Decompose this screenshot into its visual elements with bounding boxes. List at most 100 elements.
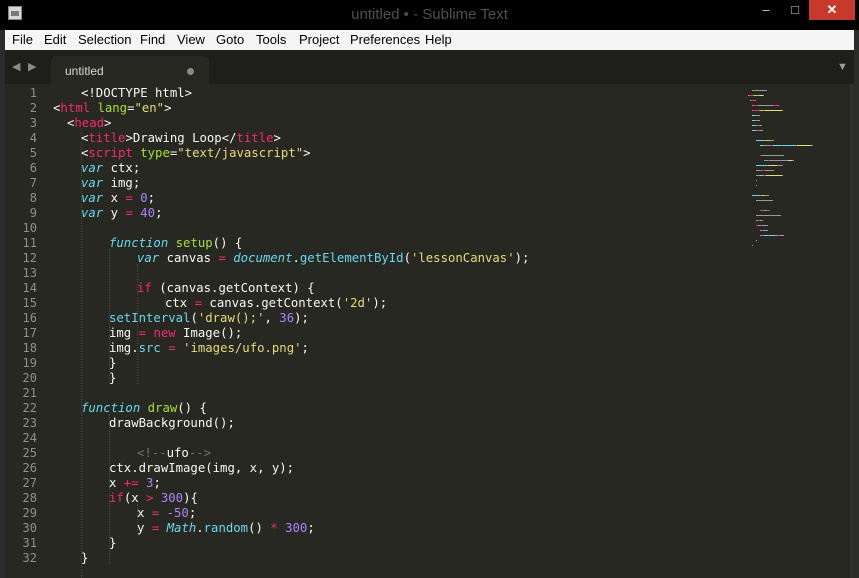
code-line[interactable]: var canvas = document.getElementById('le… [137,251,529,266]
code-token: setup [175,236,213,250]
code-token: canvas [159,251,219,265]
code-line[interactable]: } [109,371,116,386]
code-line[interactable]: <!--ufo--> [137,446,211,461]
tab-dropdown-icon[interactable]: ▼ [837,61,848,73]
code-token: = [218,251,226,265]
close-button[interactable]: ✕ [809,0,855,20]
line-number: 15 [22,296,37,310]
code-token: ; [301,341,309,355]
code-line[interactable]: x += 3; [109,476,161,491]
line-number-gutter: 1 2 3 4 5 6 7 8 9 10 11 12 13 14 15 16 17 18 19 20 21 22 23 24 2… [5,84,41,578]
code-token: > [303,146,311,160]
tab-back-icon[interactable]: ◀ [12,60,20,73]
code-token: , [264,311,280,325]
unsaved-dot-icon[interactable] [187,68,194,75]
tab-untitled[interactable]: untitled [51,56,209,84]
code-token: y [103,206,126,220]
code-token: } [109,371,117,385]
editor-area[interactable]: 1 2 3 4 5 6 7 8 9 10 11 12 13 14 15 16 17 18 19 20 21 22 23 24 2… [5,84,854,578]
menu-goto[interactable]: Goto [216,32,244,47]
code-line[interactable]: img.src = 'images/ufo.png'; [109,341,309,356]
code-line[interactable]: ctx.drawImage(img, x, y); [109,461,294,476]
code-token: ufo [166,446,189,460]
minimap-mark [773,145,781,146]
code-line[interactable]: drawBackground(); [109,416,235,431]
line-number: 13 [22,266,37,280]
code-token: drawBackground(); [109,416,235,430]
line-number: 20 [22,371,37,385]
menu-file[interactable]: File [12,32,33,47]
line-number: 1 [29,86,37,100]
minimap-mark [768,165,777,166]
title-bar[interactable]: untitled • - Sublime Text ‒ □ ✕ [0,0,859,30]
menu-edit[interactable]: Edit [44,32,66,47]
menu-selection[interactable]: Selection [78,32,131,47]
code-token: ); [372,296,388,310]
minimap-mark [756,215,781,216]
maximize-button[interactable]: □ [781,0,809,20]
menu-find[interactable]: Find [140,32,165,47]
code-line[interactable]: } [81,551,88,566]
line-number: 27 [22,476,37,490]
code-token: canvas.getContext( [202,296,343,310]
minimap-mark [766,175,782,176]
code-token: document [233,251,293,265]
line-number: 14 [22,281,37,295]
menu-preferences[interactable]: Preferences [350,32,420,47]
code-line[interactable]: if (canvas.getContext) { [137,281,315,296]
code-token: >Drawing Loop</ [125,131,237,145]
code-token: ; [147,191,156,205]
code-token: lang [97,101,128,115]
code-line[interactable]: y = Math.random() * 300; [137,521,315,536]
code-line[interactable]: var ctx; [81,161,140,176]
code-line[interactable]: x = -50; [137,506,196,521]
minimap-mark [767,230,768,231]
code-token: new [153,326,176,340]
code-line[interactable]: var x = 0; [81,191,155,206]
code-line[interactable]: <head> [67,116,111,131]
code-line[interactable]: <script type="text/javascript"> [81,146,311,161]
code-line[interactable]: } [109,356,116,371]
code-token: } [109,356,117,370]
minimap[interactable] [740,84,850,246]
code-line[interactable]: <html lang="en"> [53,101,172,116]
code-line[interactable]: <title>Drawing Loop</title> [81,131,281,146]
code-line[interactable]: var y = 40; [81,206,162,221]
code-line[interactable]: setInterval('draw();', 36); [109,311,309,326]
code-line[interactable]: ctx = canvas.getContext('2d'); [165,296,387,311]
line-number: 10 [22,221,37,235]
code-line[interactable]: img = new Image(); [109,326,242,341]
code-line[interactable]: function setup() { [109,236,242,251]
menu-view[interactable]: View [177,32,205,47]
scrollbar[interactable] [850,84,854,578]
code-line[interactable]: if(x > 300){ [109,491,198,506]
minimap-mark [766,225,768,226]
code-token: var [81,176,104,190]
code-line[interactable]: function draw() { [81,401,207,416]
code-view[interactable]: <!DOCTYPE html> <html lang="en"> <head> <ti… [53,84,743,578]
line-number: 16 [22,311,37,325]
minimap-mark [756,185,757,186]
tab-forward-icon[interactable]: ▶ [28,60,36,73]
code-token: function [109,236,169,250]
code-token: setInterval [109,311,191,325]
code-token: script [88,146,133,160]
menu-project[interactable]: Project [299,32,339,47]
line-number: 31 [22,536,37,550]
minimap-mark [783,235,784,236]
code-token: } [109,536,117,550]
code-token: ; [153,476,161,490]
minimize-button[interactable]: ‒ [751,0,781,20]
code-line[interactable]: var img; [81,176,140,191]
code-line[interactable]: } [109,536,116,551]
menu-help[interactable]: Help [425,32,452,47]
code-line[interactable]: <!DOCTYPE html> [81,86,192,101]
code-token: html [60,101,91,115]
code-token: '2d' [342,296,373,310]
menu-tools[interactable]: Tools [256,32,286,47]
line-number: 23 [22,416,37,430]
code-token: ; [307,521,315,535]
code-token: img [109,326,139,340]
sublime-window: untitled • - Sublime Text ‒ □ ✕ File Edi… [0,0,859,578]
